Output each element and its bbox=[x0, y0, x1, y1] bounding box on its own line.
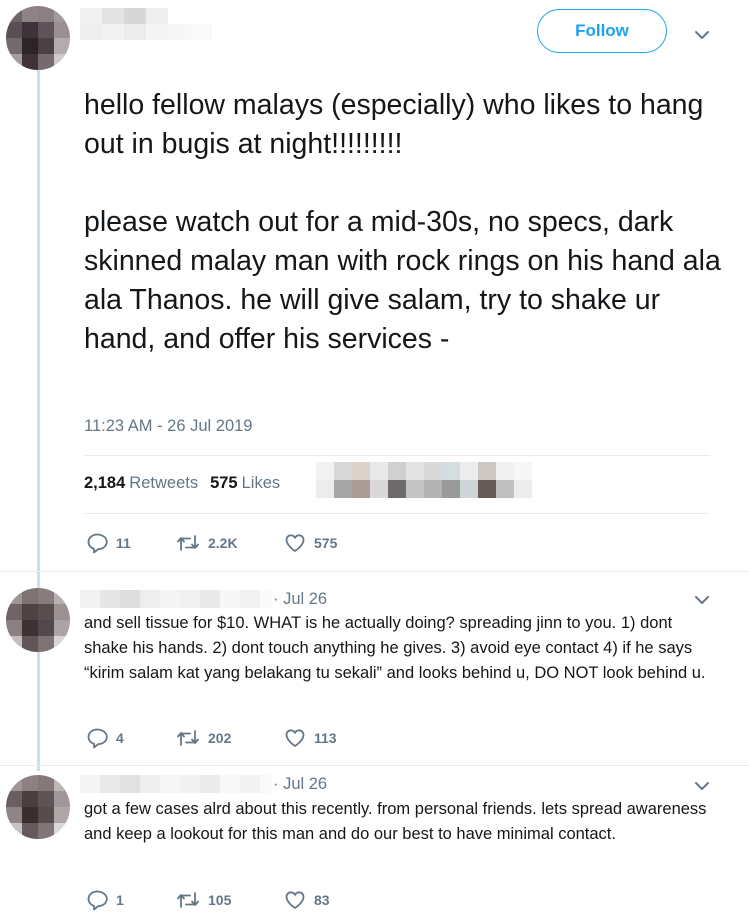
user-name[interactable] bbox=[80, 8, 168, 24]
retweet-action[interactable]: 202 bbox=[176, 727, 284, 749]
chevron-down-icon[interactable] bbox=[693, 594, 711, 606]
divider bbox=[0, 571, 749, 572]
heart-icon bbox=[285, 534, 305, 552]
likes-label: Likes bbox=[241, 474, 281, 492]
retweet-count: 105 bbox=[208, 892, 232, 908]
divider bbox=[84, 513, 710, 514]
retweet-icon bbox=[177, 535, 199, 551]
like-action[interactable]: 83 bbox=[284, 889, 330, 911]
avatar[interactable] bbox=[6, 775, 70, 839]
reply-icon bbox=[87, 890, 108, 911]
heart-icon bbox=[285, 891, 305, 909]
tweet-text: hello fellow malays (especially) who lik… bbox=[84, 89, 721, 355]
likes-stat[interactable]: 575 Likes bbox=[210, 474, 280, 493]
reply-action[interactable]: 4 bbox=[86, 727, 176, 749]
reply-text: got a few cases alrd about this recently… bbox=[84, 800, 707, 843]
reply-user-name[interactable] bbox=[80, 775, 272, 793]
retweet-icon bbox=[177, 892, 199, 908]
reply-actions: 1 105 83 bbox=[86, 889, 330, 911]
chevron-down-icon[interactable] bbox=[693, 29, 711, 41]
reply-count: 1 bbox=[116, 892, 124, 908]
liker-avatars[interactable] bbox=[316, 462, 532, 498]
tweet-stats: 2,184 Retweets 575 Likes bbox=[84, 474, 280, 493]
reply-text: and sell tissue for $10. WHAT is he actu… bbox=[84, 614, 706, 682]
like-count: 83 bbox=[314, 892, 330, 908]
retweets-label: Retweets bbox=[129, 474, 199, 492]
avatar[interactable] bbox=[6, 6, 70, 70]
reply-count: 11 bbox=[116, 535, 131, 551]
reply-icon bbox=[87, 533, 108, 554]
tweet-timestamp[interactable]: 11:23 AM - 26 Jul 2019 bbox=[84, 417, 252, 436]
reply-actions: 4 202 113 bbox=[86, 727, 337, 749]
reply-user-name[interactable] bbox=[80, 590, 272, 608]
thread-line bbox=[37, 68, 40, 771]
reply-count: 4 bbox=[116, 730, 124, 746]
reply-date[interactable]: · Jul 26 bbox=[273, 590, 327, 609]
divider bbox=[0, 765, 749, 766]
follow-button[interactable]: Follow bbox=[537, 9, 667, 53]
retweet-action[interactable]: 2.2K bbox=[176, 532, 284, 554]
heart-icon bbox=[285, 729, 305, 747]
reply-action[interactable]: 11 bbox=[86, 532, 176, 554]
retweet-count: 2.2K bbox=[208, 535, 238, 551]
retweet-action[interactable]: 105 bbox=[176, 889, 284, 911]
retweets-stat[interactable]: 2,184 Retweets bbox=[84, 474, 198, 493]
retweet-icon bbox=[177, 730, 199, 746]
reply-action[interactable]: 1 bbox=[86, 889, 176, 911]
divider bbox=[84, 455, 710, 456]
user-handle[interactable] bbox=[80, 24, 212, 40]
reply-icon bbox=[87, 728, 108, 749]
retweets-count: 2,184 bbox=[84, 474, 126, 492]
like-count: 575 bbox=[314, 535, 338, 551]
reply-date[interactable]: · Jul 26 bbox=[273, 775, 327, 794]
tweet-actions: 11 2.2K 575 bbox=[86, 532, 337, 554]
chevron-down-icon[interactable] bbox=[693, 780, 711, 792]
like-count: 113 bbox=[314, 730, 337, 746]
like-action[interactable]: 575 bbox=[284, 532, 337, 554]
retweet-count: 202 bbox=[208, 730, 232, 746]
like-action[interactable]: 113 bbox=[284, 727, 337, 749]
avatar[interactable] bbox=[6, 588, 70, 652]
likes-count: 575 bbox=[210, 474, 238, 492]
